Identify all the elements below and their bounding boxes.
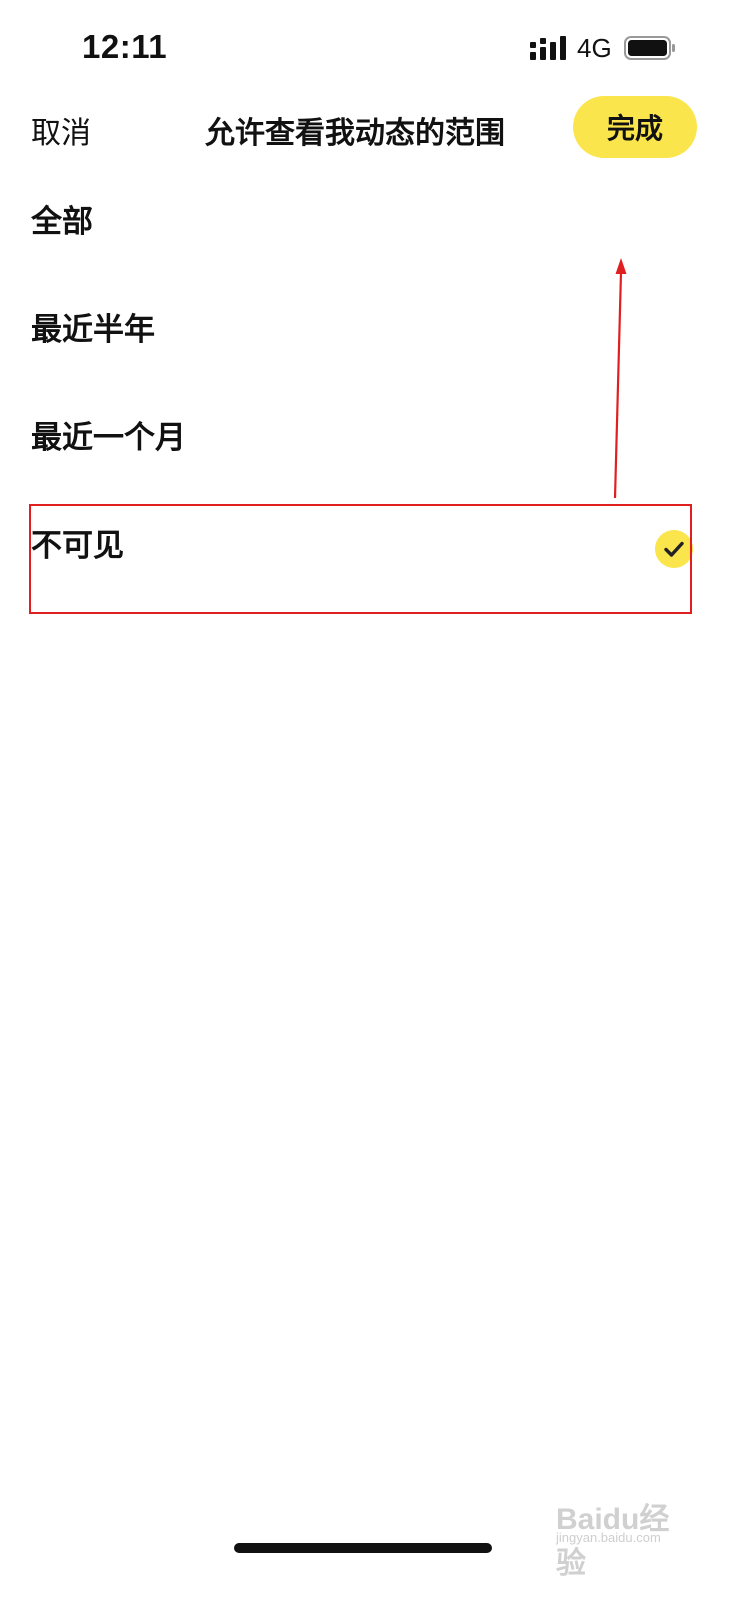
option-label: 最近半年 <box>31 312 155 348</box>
battery-icon <box>624 36 675 60</box>
check-icon <box>655 530 693 568</box>
status-time: 12:11 <box>82 28 168 65</box>
home-indicator[interactable] <box>234 1543 492 1553</box>
option-last-half-year[interactable]: 最近半年 <box>0 284 739 392</box>
signal-icon <box>530 36 566 60</box>
baidu-watermark: Baidu经验 jingyan.baidu.com <box>556 1488 686 1580</box>
option-label: 全部 <box>31 204 93 240</box>
page-title: 允许查看我动态的范围 <box>205 116 505 151</box>
option-invisible[interactable]: 不可见 <box>0 500 739 608</box>
done-button[interactable]: 完成 <box>573 96 697 158</box>
status-bar: 12:11 4G <box>0 0 739 96</box>
network-label: 4G <box>577 33 612 63</box>
option-all[interactable]: 全部 <box>0 176 739 284</box>
option-label: 不可见 <box>31 528 124 564</box>
cancel-button[interactable]: 取消 <box>31 108 91 152</box>
watermark-main: Baidu经验 <box>556 1503 670 1580</box>
watermark-sub: jingyan.baidu.com <box>556 1530 661 1545</box>
option-label: 最近一个月 <box>31 420 186 456</box>
nav-header: 取消 允许查看我动态的范围 完成 <box>0 96 739 162</box>
option-last-month[interactable]: 最近一个月 <box>0 392 739 500</box>
